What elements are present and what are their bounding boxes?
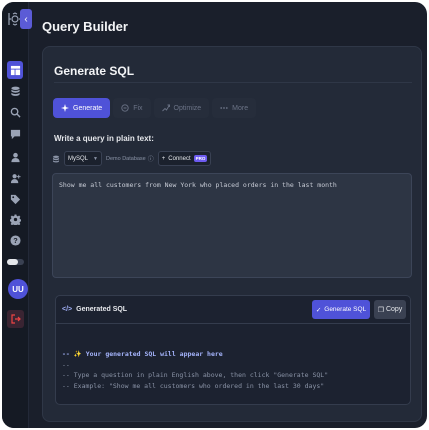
- sidebar: ‹ ? UU: [2, 2, 32, 428]
- theme-toggle[interactable]: [7, 259, 24, 265]
- sidebar-item-settings[interactable]: [8, 212, 22, 226]
- user-icon: [10, 152, 20, 162]
- query-controls: MySQL ▼ Demo Database ⓘ + Connect PRO: [52, 151, 212, 166]
- sidebar-item-search[interactable]: [8, 105, 22, 119]
- generate-sql-button[interactable]: ✓ Generate SQL: [312, 300, 370, 319]
- sidebar-item-user-add[interactable]: [8, 171, 22, 185]
- page-title: Query Builder: [42, 19, 128, 34]
- app-window: ‹ ? UU Query Builder Generate SQL Genera…: [2, 2, 427, 428]
- pro-badge: PRO: [193, 155, 208, 162]
- generate-sql-card: Generate SQL Generate Fix Optimize More …: [42, 46, 422, 422]
- copy-label: Copy: [385, 306, 403, 313]
- query-input[interactable]: Show me all customers from New York who …: [52, 173, 412, 278]
- generate-sql-label: Generate SQL: [324, 306, 367, 313]
- sql-line: -- ✨ Your generated SQL will appear here: [62, 350, 223, 358]
- connect-button[interactable]: + Connect PRO: [157, 151, 212, 166]
- sidebar-item-tag[interactable]: [8, 192, 22, 206]
- sql-line: -- Type a question in plain English abov…: [62, 371, 329, 379]
- generated-sql-title: Generated SQL: [76, 306, 128, 313]
- logout-button[interactable]: [7, 310, 24, 328]
- sidebar-item-user[interactable]: [8, 150, 22, 164]
- database-name-label: Demo Database: [106, 155, 146, 162]
- dashboard-icon: [10, 65, 20, 75]
- generated-sql-output: -- ✨ Your generated SQL will appear here…: [62, 349, 328, 391]
- avatar[interactable]: UU: [8, 279, 28, 299]
- mode-tabs: Generate Fix Optimize More: [53, 98, 257, 118]
- tab-label: Generate: [73, 104, 103, 112]
- database-type-value: MySQL: [68, 155, 89, 162]
- sidebar-collapse-button[interactable]: ‹: [20, 9, 32, 29]
- generated-sql-title-group: </> Generated SQL: [62, 306, 127, 313]
- database-name: Demo Database ⓘ: [106, 154, 154, 164]
- tab-more[interactable]: More: [212, 98, 257, 118]
- code-icon: </>: [62, 306, 73, 313]
- card-title: Generate SQL: [54, 64, 135, 78]
- sidebar-item-dashboard[interactable]: [7, 61, 23, 79]
- database-icon: [53, 155, 59, 162]
- tab-optimize[interactable]: Optimize: [153, 98, 210, 118]
- dots-icon: [220, 107, 228, 109]
- search-icon: [10, 107, 21, 118]
- help-icon: ?: [9, 234, 21, 246]
- sql-line: -- Example: "Show me all customers who o…: [62, 381, 325, 390]
- generated-sql-header: </> Generated SQL ✓ Generate SQL ❐ Copy: [56, 296, 410, 324]
- copy-button[interactable]: ❐ Copy: [374, 300, 406, 319]
- sparkle-icon: [61, 104, 69, 112]
- tab-label: More: [232, 104, 249, 112]
- generated-sql-panel: </> Generated SQL ✓ Generate SQL ❐ Copy …: [55, 295, 411, 405]
- connect-label: Connect: [168, 155, 191, 162]
- database-icon: [10, 86, 20, 96]
- tab-generate[interactable]: Generate: [53, 98, 111, 118]
- chevron-down-icon: ▼: [93, 155, 98, 162]
- sidebar-item-database[interactable]: [8, 84, 22, 98]
- wrench-icon: [121, 104, 129, 112]
- query-label: Write a query in plain text:: [54, 134, 154, 143]
- card-title-divider: [54, 82, 412, 83]
- svg-text:?: ?: [13, 236, 18, 245]
- sql-line: --: [62, 360, 70, 369]
- copy-icon: ❐: [377, 306, 384, 314]
- tab-fix[interactable]: Fix: [113, 98, 151, 118]
- tag-icon: [10, 194, 20, 204]
- tab-label: Fix: [133, 104, 143, 112]
- optimize-icon: [161, 104, 170, 112]
- sidebar-item-chat[interactable]: [8, 127, 22, 141]
- info-icon[interactable]: ⓘ: [148, 154, 154, 163]
- user-add-icon: [10, 173, 21, 183]
- logout-icon: [10, 314, 21, 324]
- tab-label: Optimize: [173, 104, 202, 112]
- plus-icon: +: [161, 155, 166, 162]
- chat-icon: [10, 129, 20, 139]
- sidebar-item-help[interactable]: ?: [8, 233, 22, 247]
- database-type-select[interactable]: MySQL ▼: [64, 151, 102, 166]
- check-icon: ✓: [315, 306, 322, 314]
- gear-icon: [9, 213, 21, 225]
